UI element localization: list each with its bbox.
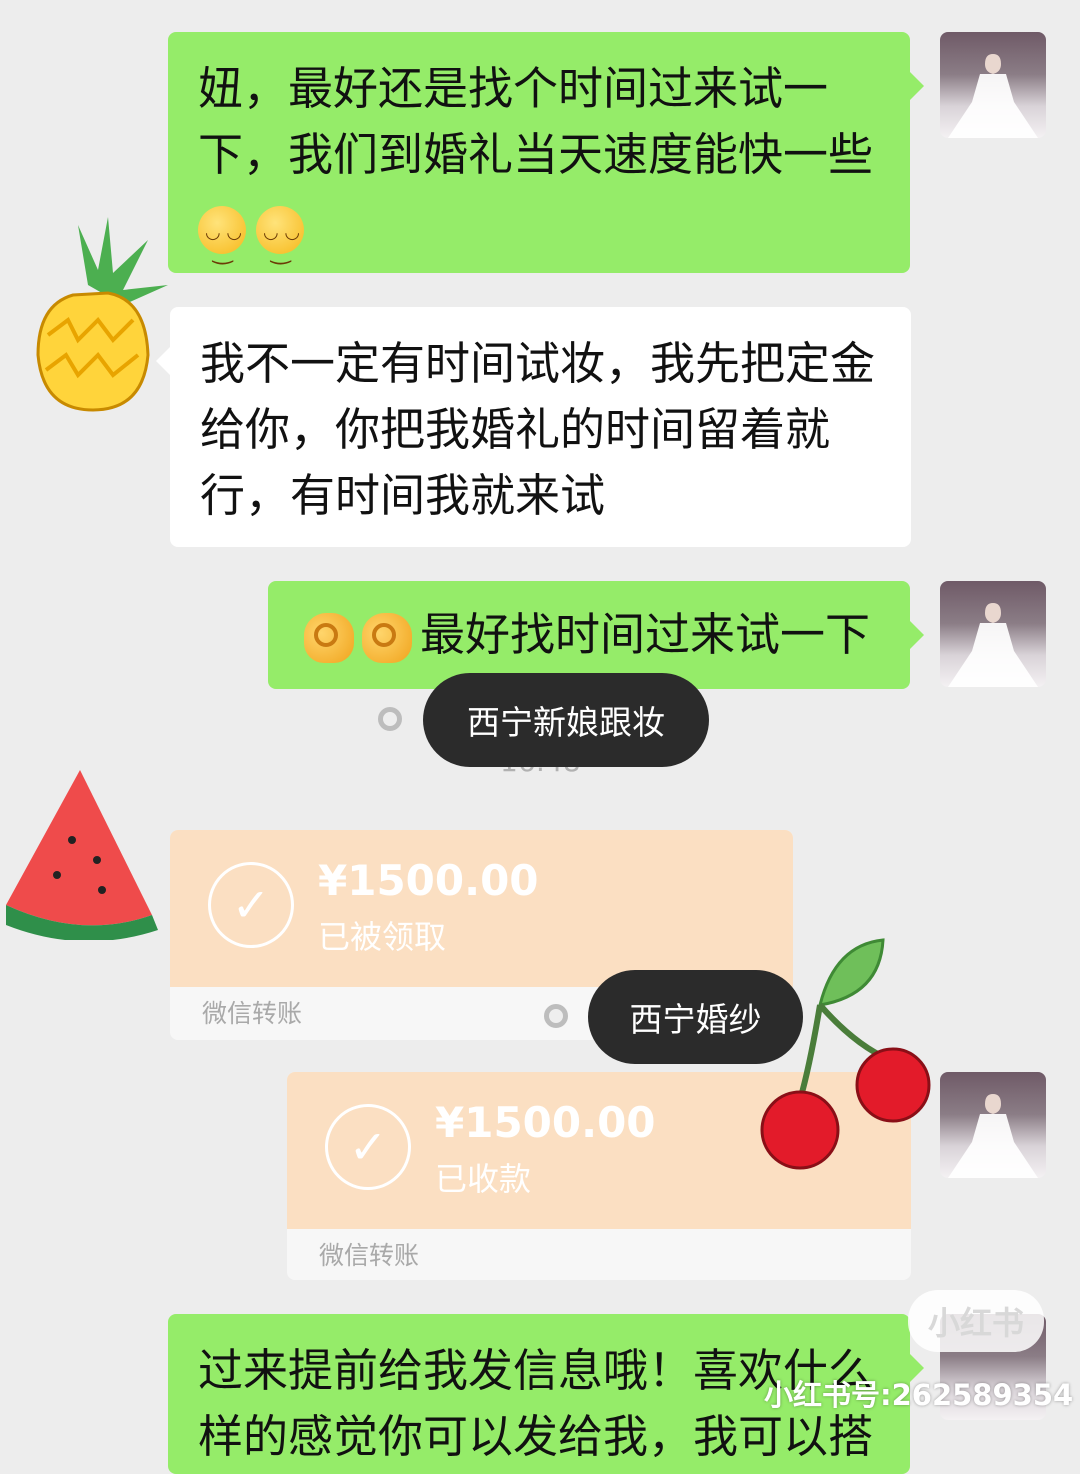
message-1-line-2: 下，我们到婚礼当天速度能快一些 [198,128,874,181]
watermelon-icon [6,770,158,942]
pineapple-sticker [18,215,168,415]
check-circle-icon: ✓ [208,862,294,948]
my-avatar[interactable] [940,581,1046,687]
transfer-2-amount: ¥1500.00 [435,1098,656,1147]
pineapple-icon [36,217,168,412]
overlay-tag-1[interactable]: 西宁新娘跟妆 [423,673,709,767]
transfer-2-footer: 微信转账 [319,1241,420,1270]
message-1-emojis [198,194,880,284]
watermelon-sticker [2,765,162,942]
smile-blush-icon [198,200,246,284]
message-2-line-1: 我不一定有时间试妆，我先把定金 [200,337,876,390]
message-bubble-1[interactable]: 妞，最好还是找个时间过来试一 下，我们到婚礼当天速度能快一些 [168,32,924,284]
message-2-line-3: 行，有时间我就来试 [200,469,606,522]
cherry-sticker [755,935,935,1170]
bride-avatar-image [948,1094,1038,1178]
my-avatar[interactable] [940,1072,1046,1178]
bride-avatar-image [948,54,1038,138]
message-bubble-2[interactable]: 我不一定有时间试妆，我先把定金 给你，你把我婚礼的时间留着就 行，有时间我就来试 [156,307,911,547]
ok-hand-icon [304,613,354,663]
ok-hand-icon [362,613,412,663]
bride-avatar-image [948,603,1038,687]
message-2-line-2: 给你，你把我婚礼的时间留着就 [200,403,831,456]
smile-blush-icon [256,200,304,284]
transfer-1-header: ✓ ¥1500.00 已被领取 [170,830,793,987]
xiaohongshu-id: 小红书号:262589354 [764,1378,1074,1412]
xiaohongshu-logo: 小红书 [908,1290,1044,1352]
message-3-text: 最好找时间过来试一下 [420,608,871,661]
check-circle-icon: ✓ [325,1104,411,1190]
tag-anchor-dot [544,1004,568,1028]
transfer-1-amount: ¥1500.00 [318,856,539,905]
message-1-line-1: 妞，最好还是找个时间过来试一 [198,62,829,115]
cherry-icon [760,938,931,1170]
transfer-1-status: 已被领取 [318,918,447,956]
transfer-2-status: 已收款 [435,1160,532,1198]
my-avatar[interactable] [940,32,1046,138]
tag-anchor-dot [378,707,402,731]
